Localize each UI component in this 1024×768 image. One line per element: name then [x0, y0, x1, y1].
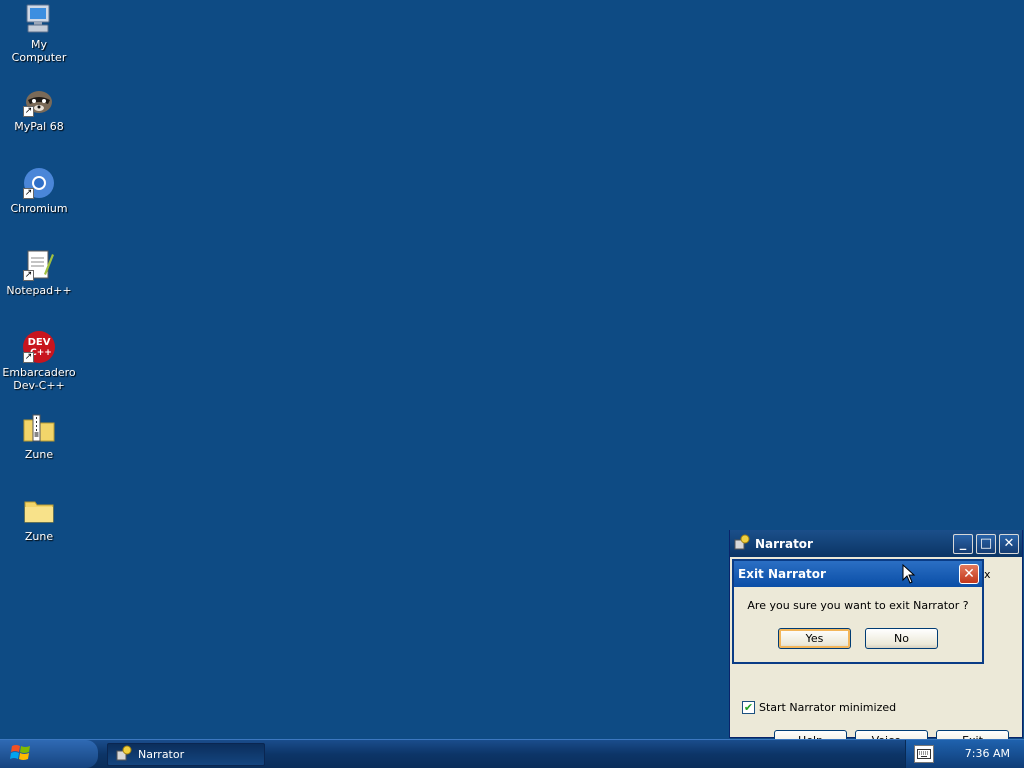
mouse-cursor-icon: [902, 564, 916, 584]
keyboard-icon[interactable]: [914, 745, 934, 763]
zipped-folder-icon: [22, 412, 56, 446]
start-minimized-option[interactable]: ✔ Start Narrator minimized: [742, 701, 896, 714]
dev-badge-line1: DEV: [28, 337, 51, 348]
notepad-plus-plus-icon: ↗: [22, 248, 56, 282]
dialog-close-button[interactable]: ✕: [959, 564, 979, 584]
start-button[interactable]: [0, 740, 98, 768]
clock[interactable]: 7:36 AM: [965, 747, 1010, 760]
narrator-icon: [734, 534, 750, 553]
start-minimized-label: Start Narrator minimized: [759, 701, 897, 714]
chromium-icon: ↗: [22, 166, 56, 200]
minimize-button[interactable]: _: [953, 533, 973, 554]
exit-dialog-buttons: Yes No: [734, 628, 982, 649]
raccoon-icon: ↗: [22, 84, 56, 118]
narrator-titlebar[interactable]: Narrator _ □ ✕: [730, 530, 1022, 557]
windows-logo-icon: [10, 743, 32, 766]
shortcut-arrow-icon: ↗: [23, 352, 34, 363]
icon-label: Notepad++: [6, 284, 72, 297]
desktop-icon-zune-folder[interactable]: Zune: [2, 494, 76, 543]
icon-label: My Computer: [11, 38, 67, 64]
desktop-icon-my-computer[interactable]: My Computer: [2, 2, 76, 64]
narrator-icon: [116, 745, 132, 764]
taskbar-task-narrator[interactable]: Narrator: [107, 743, 265, 766]
yes-button[interactable]: Yes: [778, 628, 851, 649]
exit-narrator-dialog: Exit Narrator ✕ Are you sure you want to…: [732, 559, 984, 664]
folder-icon: [22, 494, 56, 528]
exit-dialog-title: Exit Narrator: [738, 567, 826, 581]
shortcut-arrow-icon: ↗: [23, 106, 34, 117]
system-tray: 7:36 AM: [905, 740, 1024, 768]
exit-confirmation-message: Are you sure you want to exit Narrator ?: [747, 599, 969, 612]
dev-cpp-icon: DEV C++ ↗: [22, 330, 56, 364]
icon-label: Zune: [24, 448, 54, 461]
maximize-button[interactable]: □: [976, 533, 996, 554]
shortcut-arrow-icon: ↗: [23, 188, 34, 199]
shortcut-arrow-icon: ↗: [23, 270, 34, 281]
partial-text: x: [984, 568, 991, 581]
desktop-icon-chromium[interactable]: ↗ Chromium: [2, 166, 76, 215]
icon-label: MyPal 68: [14, 120, 64, 133]
icon-label: Zune: [24, 530, 54, 543]
close-button[interactable]: ✕: [999, 533, 1019, 554]
taskbar-task-label: Narrator: [138, 748, 185, 761]
exit-dialog-titlebar[interactable]: Exit Narrator ✕: [734, 561, 982, 587]
taskbar: Narrator 7:36 AM: [0, 739, 1024, 768]
icon-label: Embarcadero Dev-C++: [2, 366, 76, 392]
narrator-title: Narrator: [755, 536, 813, 551]
icon-label: Chromium: [10, 202, 68, 215]
desktop-icon-mypal[interactable]: ↗ MyPal 68: [2, 84, 76, 133]
no-button[interactable]: No: [865, 628, 938, 649]
start-minimized-checkbox[interactable]: ✔: [742, 701, 755, 714]
desktop-icon-notepad-plus-plus[interactable]: ↗ Notepad++: [2, 248, 76, 297]
desktop-icon-dev-cpp[interactable]: DEV C++ ↗ Embarcadero Dev-C++: [2, 330, 76, 392]
computer-icon: [22, 2, 56, 36]
desktop-icon-zune-zip[interactable]: Zune: [2, 412, 76, 461]
